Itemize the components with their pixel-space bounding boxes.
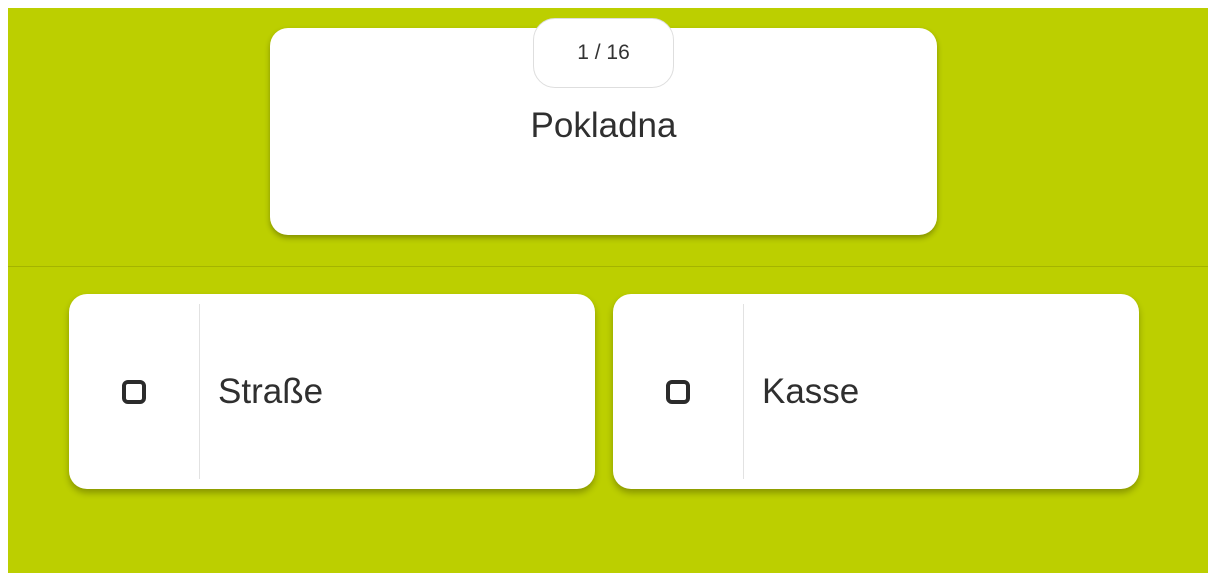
answer-option-1-label: Straße — [218, 371, 324, 411]
question-counter: 1 / 16 — [533, 18, 674, 88]
question-card: 1 / 16 Pokladna — [270, 18, 937, 235]
checkbox-icon[interactable] — [122, 379, 146, 404]
answer-option-1[interactable]: Straße — [69, 294, 595, 489]
section-divider — [8, 266, 1208, 267]
answer-option-2-label: Kasse — [762, 371, 860, 411]
answer-option-2-check-cell — [613, 304, 744, 479]
checkbox-icon[interactable] — [666, 379, 690, 404]
answer-option-2[interactable]: Kasse — [613, 294, 1139, 489]
quiz-stage: 1 / 16 Pokladna Straße Kasse — [8, 8, 1208, 573]
question-word: Pokladna — [530, 106, 677, 145]
answer-option-1-check-cell — [69, 304, 200, 479]
